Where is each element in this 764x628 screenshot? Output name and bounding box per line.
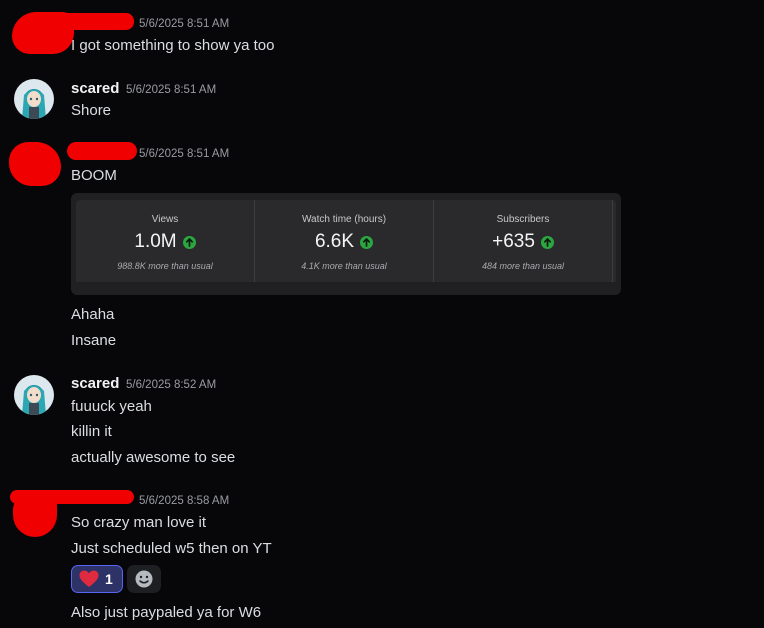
message-text: fuuuck yeah <box>71 398 152 415</box>
stat-label: Subscribers <box>496 214 550 225</box>
arrow-up-circle-icon <box>540 235 554 249</box>
stat-overflow <box>613 200 616 282</box>
stat-value: 1.0M <box>76 231 254 253</box>
add-reaction-icon <box>135 570 153 588</box>
stat-value-text: 1.0M <box>134 231 177 252</box>
message-text: actually awesome to see <box>71 449 236 466</box>
stat-sub: 988.8K more than usual <box>117 261 213 271</box>
message-text: Also just paypaled ya for W6 <box>71 604 262 621</box>
avatar[interactable] <box>14 375 54 415</box>
analytics-card: Views 1.0M 988.8K more than usual Watch … <box>76 200 616 282</box>
message-text: Ahaha <box>71 306 115 323</box>
message-text: Just scheduled w5 then on YT <box>71 540 272 557</box>
arrow-up-circle-icon <box>182 235 196 249</box>
timestamp: 5/6/2025 8:51 AM <box>139 18 230 30</box>
avatar[interactable] <box>14 79 54 119</box>
timestamp: 5/6/2025 8:51 AM <box>126 84 217 96</box>
stat-label: Watch time (hours) <box>301 214 387 225</box>
stat-sub: 4.1K more than usual <box>301 261 387 271</box>
redacted-avatar <box>13 492 57 537</box>
message-text: Shore <box>71 102 112 119</box>
stat-subscribers: Subscribers +635 484 more than usual <box>434 200 613 282</box>
message-text: I got something to show ya too <box>71 37 275 54</box>
stat-sub: 484 more than usual <box>481 261 565 271</box>
timestamp: 5/6/2025 8:52 AM <box>126 379 217 391</box>
user-avatar-icon <box>14 79 54 119</box>
user-avatar-icon <box>14 375 54 415</box>
message-text: killin it <box>71 423 112 440</box>
stat-value-text: +635 <box>492 231 535 252</box>
message-text: Insane <box>71 332 117 349</box>
stat-value: +635 <box>434 231 612 253</box>
message-text: So crazy man love it <box>71 514 207 531</box>
add-reaction-button[interactable] <box>127 565 161 593</box>
username[interactable]: scared <box>71 80 119 97</box>
message-text: BOOM <box>71 167 117 184</box>
heart-icon <box>79 570 99 587</box>
timestamp: 5/6/2025 8:58 AM <box>139 495 230 507</box>
stat-value-text: 6.6K <box>314 231 355 252</box>
timestamp: 5/6/2025 8:51 AM <box>139 148 230 160</box>
reaction-heart[interactable]: 1 <box>71 565 123 593</box>
reaction-count: 1 <box>105 571 113 587</box>
arrow-up-circle-icon <box>360 235 374 249</box>
stat-label: Views <box>151 214 179 225</box>
stat-views: Views 1.0M 988.8K more than usual <box>76 200 255 282</box>
username[interactable]: scared <box>71 375 119 392</box>
stat-value: 6.6K <box>255 231 433 253</box>
stat-watch-time: Watch time (hours) 6.6K 4.1K more than u… <box>255 200 434 282</box>
redacted-username <box>67 142 137 160</box>
redacted-avatar <box>9 142 61 186</box>
analytics-embed[interactable]: Views 1.0M 988.8K more than usual Watch … <box>71 193 621 295</box>
redacted-avatar <box>12 12 74 54</box>
